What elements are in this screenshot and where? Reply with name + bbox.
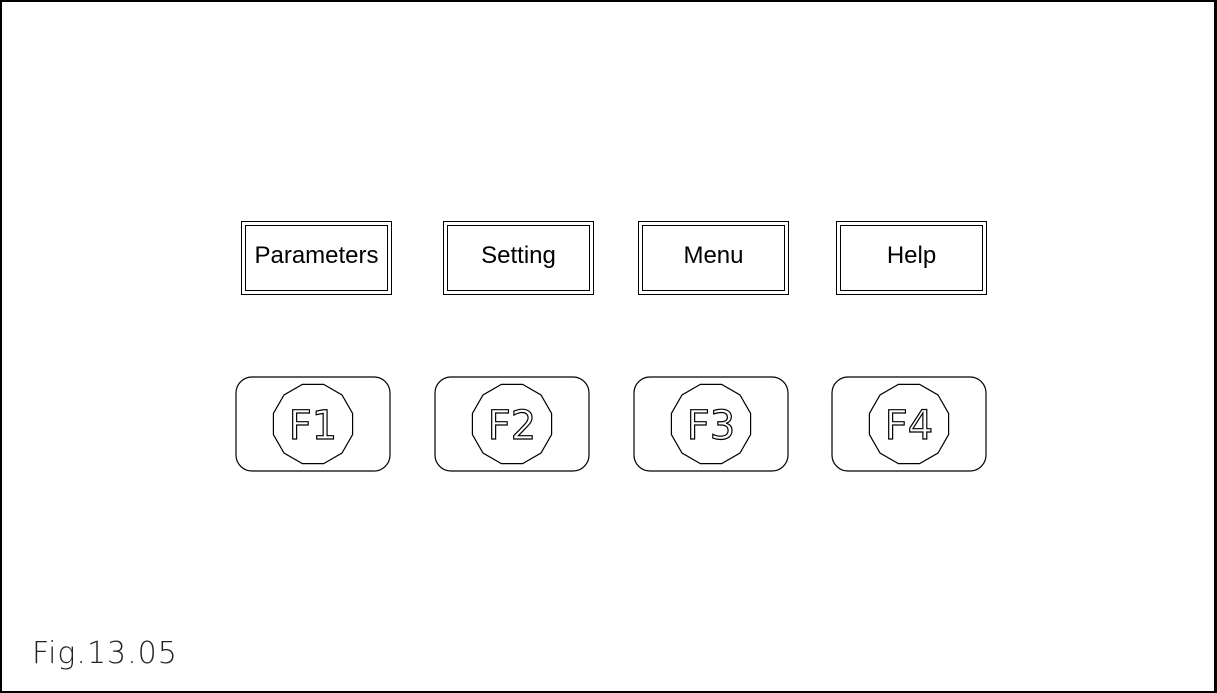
softkey-help: Help bbox=[836, 221, 987, 295]
function-key-f2: F2 bbox=[434, 376, 590, 472]
function-key-label: F3 bbox=[687, 403, 735, 449]
softkey-parameters: Parameters bbox=[241, 221, 392, 295]
figure-frame: Parameters Setting Menu Help F1 F2 F3 F4… bbox=[0, 0, 1217, 693]
function-key-label: F2 bbox=[488, 403, 536, 449]
function-key-label: F1 bbox=[289, 403, 337, 449]
softkey-label: Parameters bbox=[254, 242, 379, 269]
softkey-label: Menu bbox=[683, 242, 744, 269]
softkey-label: Help bbox=[886, 242, 937, 269]
softkey-label: Setting bbox=[481, 242, 556, 269]
function-key-label: F4 bbox=[885, 403, 933, 449]
figure-caption: Fig.13.05 bbox=[32, 636, 178, 671]
function-key-f1: F1 bbox=[235, 376, 391, 472]
softkey-menu: Menu bbox=[638, 221, 789, 295]
function-key-f3: F3 bbox=[633, 376, 789, 472]
softkey-setting: Setting bbox=[443, 221, 594, 295]
function-key-f4: F4 bbox=[831, 376, 987, 472]
